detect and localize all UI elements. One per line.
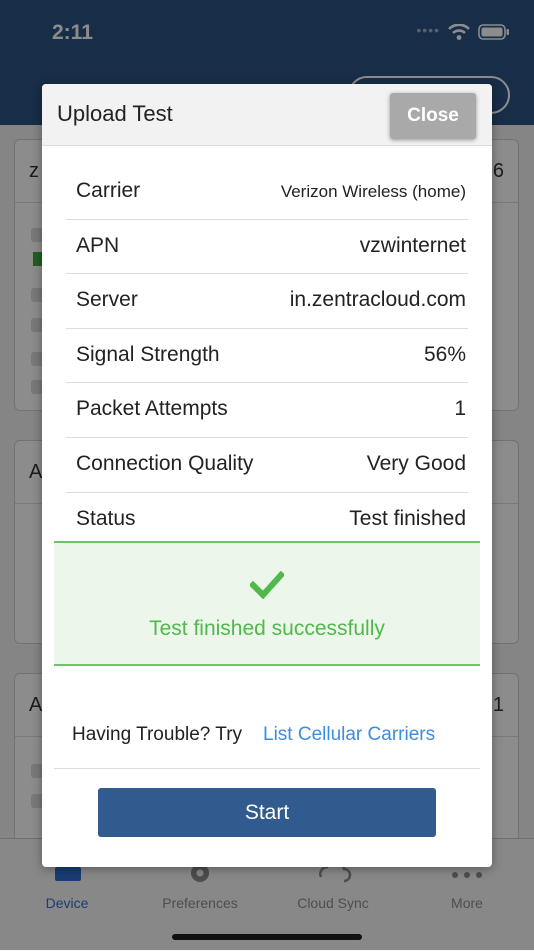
info-row-apn: APN vzwinternet — [66, 220, 468, 275]
home-indicator — [172, 934, 362, 940]
list-carriers-link[interactable]: List Cellular Carriers — [263, 724, 435, 746]
row-value: Very Good — [366, 451, 466, 475]
info-row-status: Status Test finished — [66, 493, 468, 547]
upload-test-modal: Upload Test Close Carrier Verizon Wirele… — [42, 84, 492, 867]
row-value: vzwinternet — [359, 233, 466, 257]
divider — [54, 768, 480, 769]
row-label: Connection Quality — [76, 451, 254, 475]
row-value: 56% — [423, 342, 466, 366]
info-row-server: Server in.zentracloud.com — [66, 274, 468, 329]
close-button[interactable]: Close — [390, 93, 476, 139]
row-value: Test finished — [349, 506, 466, 530]
info-row-carrier: Carrier Verizon Wireless (home) — [66, 165, 468, 220]
row-label: Server — [76, 288, 138, 312]
info-row-signal-strength: Signal Strength 56% — [66, 329, 468, 384]
row-value: in.zentracloud.com — [289, 288, 466, 312]
checkmark-icon — [250, 571, 284, 599]
row-value: 1 — [454, 397, 466, 421]
row-value: Verizon Wireless (home) — [280, 182, 466, 201]
row-label: Carrier — [76, 179, 141, 202]
start-button[interactable]: Start — [98, 788, 436, 837]
row-label: Status — [76, 506, 136, 530]
success-message: Test finished successfully — [149, 617, 385, 640]
info-row-connection-quality: Connection Quality Very Good — [66, 438, 468, 493]
modal-header: Upload Test Close — [42, 84, 492, 146]
row-label: Packet Attempts — [76, 397, 228, 421]
modal-title: Upload Test — [57, 101, 173, 126]
row-label: Signal Strength — [76, 342, 220, 366]
success-panel: Test finished successfully — [54, 541, 480, 666]
info-row-packet-attempts: Packet Attempts 1 — [66, 383, 468, 438]
info-table: Carrier Verizon Wireless (home) APN vzwi… — [54, 165, 480, 546]
trouble-text: Having Trouble? Try — [72, 724, 243, 745]
row-label: APN — [76, 233, 120, 257]
